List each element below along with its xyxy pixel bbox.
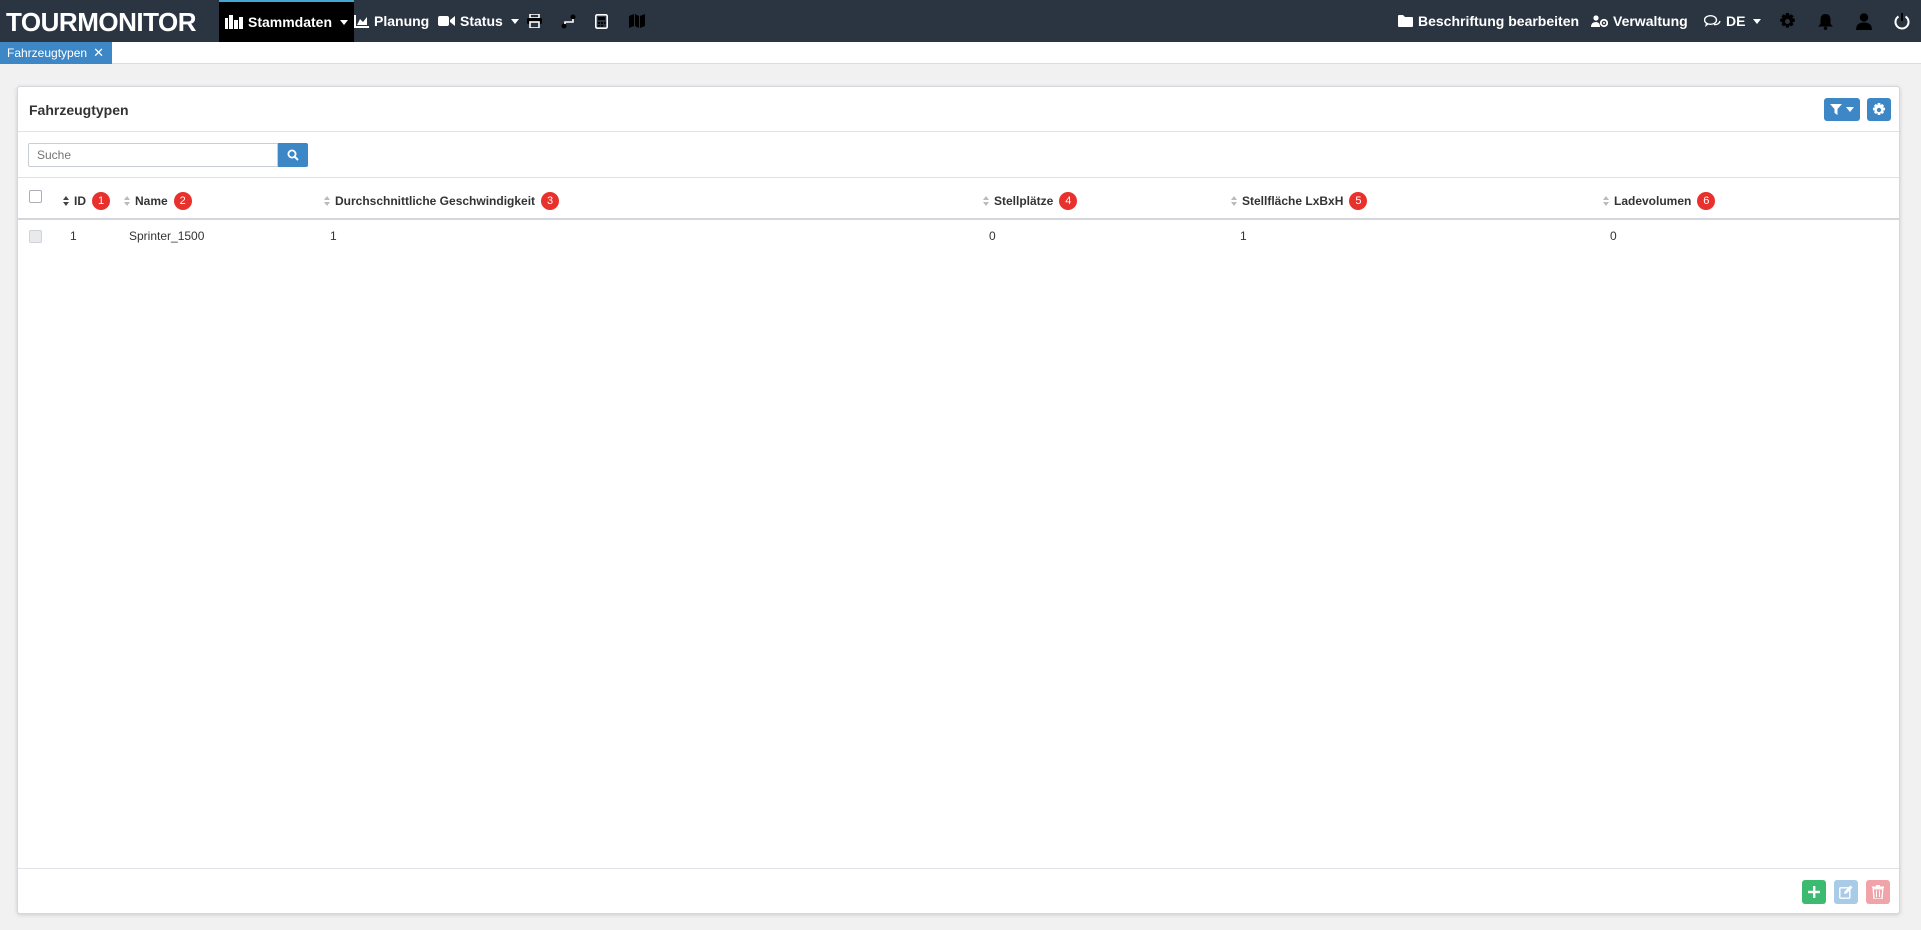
video-icon [438,15,455,27]
calculator-icon[interactable] [595,0,608,42]
divider [18,177,1899,178]
cell-speed: 1 [330,229,337,243]
column-header-speed[interactable]: Durchschnittliche Geschwindigkeit 3 [324,192,560,210]
column-header-area[interactable]: Stellfläche LxBxH 5 [1231,192,1368,210]
plus-icon [1808,886,1820,898]
edit-labels-button[interactable]: Beschriftung bearbeiten [1398,0,1579,42]
chart-area-icon [354,14,369,28]
brand-logo[interactable]: TOURMONITOR [6,7,196,38]
print-icon[interactable] [527,0,542,42]
filter-icon [1830,104,1842,115]
sort-icon [1603,195,1610,207]
column-badge: 4 [1059,192,1078,210]
sort-icon [324,195,331,207]
chevron-down-icon [510,18,519,24]
column-badge: 5 [1349,192,1368,210]
cell-volume: 0 [1610,229,1617,243]
chevron-down-icon [1846,107,1854,112]
nav-planung[interactable]: Planung [354,0,429,42]
sort-icon [983,195,990,207]
edit-icon [1839,885,1853,899]
bell-icon[interactable] [1818,0,1833,42]
cell-name: Sprinter_1500 [129,229,205,243]
folder-icon [1398,15,1413,27]
cell-slots: 0 [989,229,996,243]
power-icon[interactable] [1894,0,1910,42]
gear-icon[interactable] [1779,0,1796,42]
close-icon[interactable]: ✕ [93,42,104,64]
sort-icon [124,195,131,207]
search-button[interactable] [278,143,308,167]
user-icon[interactable] [1856,0,1872,42]
trash-icon [1872,885,1884,899]
search-input[interactable] [28,143,278,167]
panel-title: Fahrzeugtypen [29,102,129,118]
row-checkbox[interactable] [29,230,42,243]
top-navbar: TOURMONITOR Stammdaten Planung Status Be… [0,0,1921,42]
nav-stammdaten-label: Stammdaten [248,14,333,30]
admin-button[interactable]: Verwaltung [1591,0,1688,42]
language-selector[interactable]: DE [1704,0,1762,42]
cell-area: 1 [1240,229,1247,243]
sort-icon [63,195,70,207]
edit-labels-label: Beschriftung bearbeiten [1418,13,1580,29]
language-label: DE [1726,13,1746,29]
search-icon [287,149,299,161]
tab-bar: Fahrzeugtypen ✕ [0,42,1921,64]
settings-button[interactable] [1867,98,1891,121]
divider [18,218,1899,220]
nav-status[interactable]: Status [438,0,519,42]
sort-icon [1231,195,1238,207]
column-header-slots[interactable]: Stellplätze 4 [983,192,1078,210]
cell-id: 1 [70,229,77,243]
users-cog-icon [1591,14,1608,28]
column-badge: 6 [1697,192,1716,210]
divider [18,868,1899,869]
tab-fahrzeugtypen[interactable]: Fahrzeugtypen ✕ [0,42,112,64]
column-header-volume[interactable]: Ladevolumen 6 [1603,192,1716,210]
nav-status-label: Status [460,13,503,29]
chevron-down-icon [1753,18,1762,24]
filter-button[interactable] [1824,98,1860,121]
add-button[interactable] [1802,880,1826,904]
chevron-down-icon [340,19,349,25]
column-header-id[interactable]: ID 1 [63,192,110,210]
main-panel: Fahrzeugtypen ID 1 Name 2 Durchschnittli… [17,86,1900,914]
nav-planung-label: Planung [374,13,430,29]
gear-icon [1872,102,1886,117]
divider [18,131,1899,132]
tab-label: Fahrzeugtypen [7,46,88,60]
building-icon [225,15,243,29]
delete-button[interactable] [1866,880,1890,904]
nav-stammdaten[interactable]: Stammdaten [219,0,355,42]
column-header-name[interactable]: Name 2 [124,192,192,210]
map-icon[interactable] [629,0,645,42]
column-badge: 1 [92,192,110,210]
route-icon[interactable] [561,0,576,42]
select-all-checkbox[interactable] [29,190,42,203]
column-badge: 2 [173,192,192,210]
column-badge: 3 [541,192,560,210]
admin-label: Verwaltung [1613,13,1688,29]
edit-button[interactable] [1834,880,1858,904]
comments-icon [1704,14,1721,28]
